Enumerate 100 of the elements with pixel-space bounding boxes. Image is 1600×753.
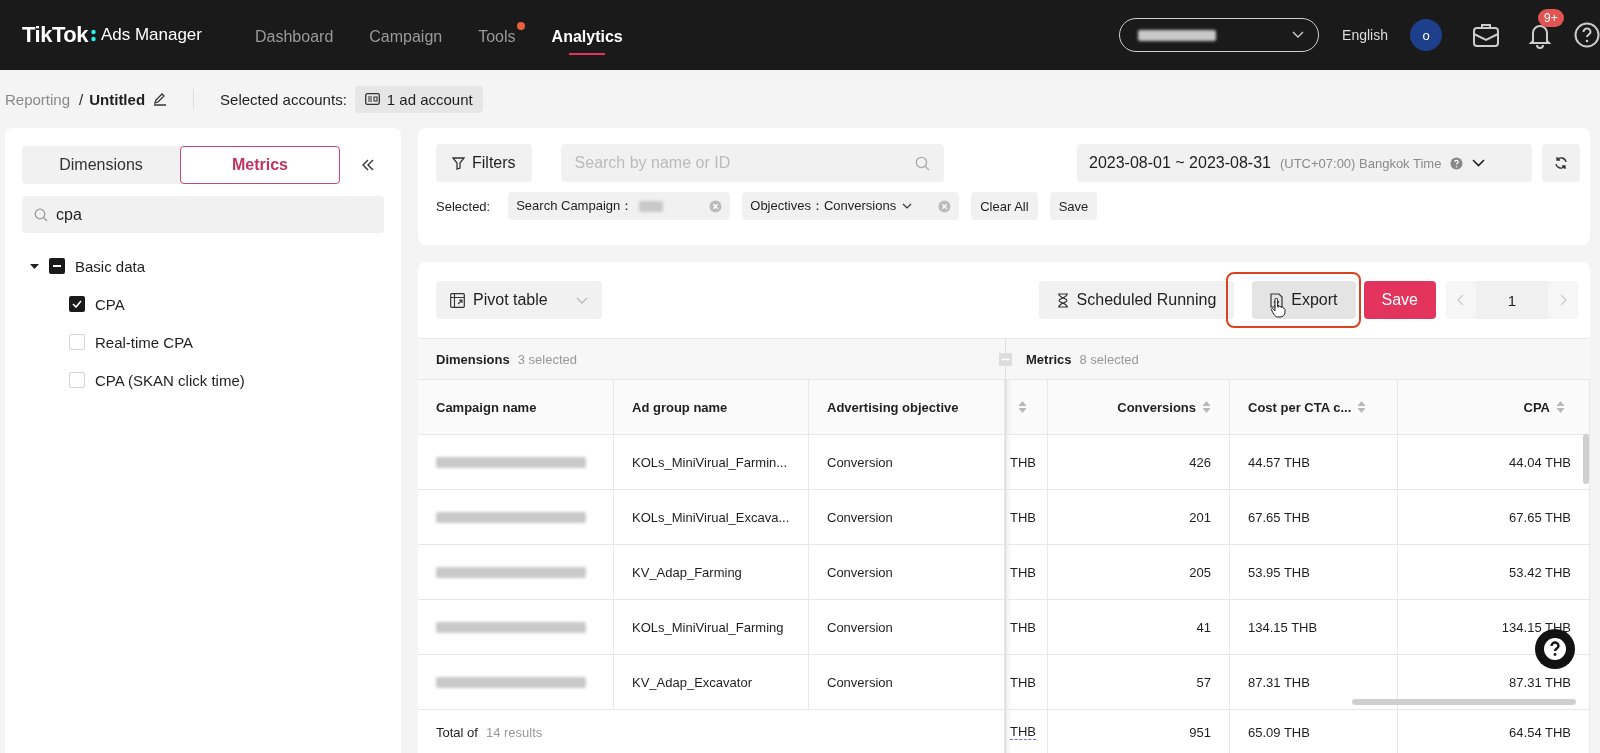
table-cell: 426 [1189, 454, 1211, 470]
report-title: Untitled [89, 90, 146, 108]
table-cell: 41 [1196, 619, 1211, 635]
expand-caret-icon[interactable] [30, 261, 39, 271]
tree-item: CPA [95, 295, 125, 313]
group-label: Metrics [1026, 351, 1072, 367]
table-cell: KOLs_MiniVirual_Excava... [632, 509, 790, 525]
help-icon[interactable] [1574, 22, 1600, 48]
table-cell: THB [1010, 564, 1036, 580]
account-chip[interactable]: 1 ad account [354, 85, 483, 113]
chevron-down-icon [1292, 31, 1305, 39]
horizontal-scrollbar[interactable] [1352, 699, 1576, 705]
nav-tab[interactable]: Campaign [369, 15, 443, 55]
table-cell: 67.65 THB [1509, 509, 1571, 525]
table-cell: Conversion [827, 509, 893, 525]
clear-icon[interactable] [938, 199, 952, 213]
column-header: Cost per CTA c... [1248, 399, 1352, 415]
sort-icon[interactable] [1357, 400, 1367, 414]
nav-tab[interactable]: Tools [478, 15, 516, 55]
save-button[interactable]: Save [1363, 281, 1436, 319]
table-cell: 951 [1189, 724, 1211, 740]
nav-tab[interactable]: Analytics [551, 15, 623, 55]
product-name: Ads Manager [100, 25, 202, 45]
table-cell: Conversion [827, 619, 893, 635]
table-cell: 205 [1189, 564, 1211, 580]
selection-count: 8 selected [1079, 351, 1139, 367]
document-download-icon [1270, 292, 1284, 308]
selection-count: 3 selected [517, 351, 577, 367]
schedule-button[interactable]: Scheduled Running [1038, 281, 1235, 319]
hourglass-icon [1056, 292, 1069, 308]
tree-item: CPA (SKAN click time) [95, 371, 245, 389]
action-button[interactable]: Save [1049, 192, 1098, 220]
panel-tab[interactable]: Dimensions [22, 146, 180, 184]
date-range-picker[interactable]: 2023-08-01 ~ 2023-08-31 (UTC+07:00) Bangkok Time [1077, 144, 1532, 182]
resize-handle-icon[interactable] [999, 352, 1012, 366]
nav-tab[interactable]: Dashboard [255, 15, 334, 55]
blurred-text [639, 200, 664, 212]
pointer-cursor-icon [1270, 298, 1287, 318]
vertical-scrollbar[interactable] [1583, 434, 1589, 484]
chevron-down-icon [1472, 159, 1486, 167]
column-header: Ad group name [632, 399, 728, 415]
tree-item: Real-time CPA [95, 333, 194, 351]
timezone-label: (UTC+07:00) Bangkok Time [1279, 155, 1442, 171]
edit-icon[interactable] [153, 92, 168, 106]
checkbox[interactable] [69, 296, 85, 312]
checkbox[interactable] [69, 372, 85, 388]
table-cell: 134.15 THB [1248, 619, 1318, 635]
sort-icon[interactable] [1202, 400, 1211, 414]
collapse-icon[interactable] [362, 159, 374, 171]
filter-chip[interactable]: Objectives：Conversions [742, 192, 960, 220]
checkbox[interactable] [69, 334, 85, 350]
dash-icon [53, 265, 61, 267]
table-cell: 53.42 THB [1509, 564, 1571, 580]
logo-text: TikTok [22, 22, 88, 48]
table-cell: 87.31 THB [1509, 674, 1571, 690]
table-cell: THB [1010, 674, 1036, 690]
search-icon [34, 207, 48, 222]
breadcrumb-separator: / [79, 90, 84, 108]
action-button[interactable]: Clear All [971, 192, 1038, 220]
id-card-icon [364, 93, 380, 105]
avatar[interactable]: o [1410, 19, 1442, 51]
table-cell: 65.09 THB [1248, 724, 1310, 740]
table-cell: THB [1010, 509, 1036, 525]
table-cell: THB [1010, 619, 1036, 635]
search-field[interactable]: cpa [22, 196, 384, 233]
table-cell: KV_Adap_Excavator [632, 674, 752, 690]
view-selector[interactable]: Pivot table [436, 281, 602, 319]
table-cell: 44.57 THB [1248, 454, 1310, 470]
table-cell: KV_Adap_Farming [632, 564, 742, 580]
language-selector[interactable]: English [1342, 27, 1388, 43]
selected-label: Selected: [436, 198, 491, 214]
briefcase-icon[interactable] [1472, 22, 1500, 48]
table-cell: 87.31 THB [1248, 674, 1310, 690]
column-header: Advertising objective [827, 399, 959, 415]
table-cell: THB [1010, 724, 1036, 740]
column-header: Campaign name [436, 399, 537, 415]
accounts-label: Selected accounts: [220, 90, 347, 108]
filters-button[interactable]: Filters [436, 144, 532, 182]
clear-icon[interactable] [709, 199, 723, 213]
table-cell: THB [1010, 454, 1036, 470]
table-cell: Conversion [827, 454, 893, 470]
date-range: 2023-08-01 ~ 2023-08-31 [1089, 154, 1271, 172]
sort-icon[interactable] [1018, 400, 1027, 414]
filter-chip[interactable]: Search Campaign： [508, 192, 731, 220]
filter-icon [452, 156, 465, 170]
export-button[interactable]: Export [1252, 281, 1356, 319]
sort-icon[interactable] [1556, 400, 1565, 414]
refresh-icon[interactable] [1554, 156, 1568, 170]
search-icon [914, 155, 930, 171]
group-label: Dimensions [436, 351, 510, 367]
checkbox[interactable] [49, 258, 65, 274]
table-cell: 201 [1189, 509, 1211, 525]
page-number[interactable]: 1 [1476, 281, 1548, 319]
column-header: CPA [1523, 399, 1550, 415]
panel-tab[interactable]: Metrics [180, 146, 340, 184]
table-cell: Conversion [827, 564, 893, 580]
table-cell: KOLs_MiniVirual_Farmin... [632, 454, 788, 470]
table-cell: 57 [1196, 674, 1211, 690]
logo-dots-icon [90, 28, 96, 42]
result-count: 14 results [485, 724, 543, 740]
